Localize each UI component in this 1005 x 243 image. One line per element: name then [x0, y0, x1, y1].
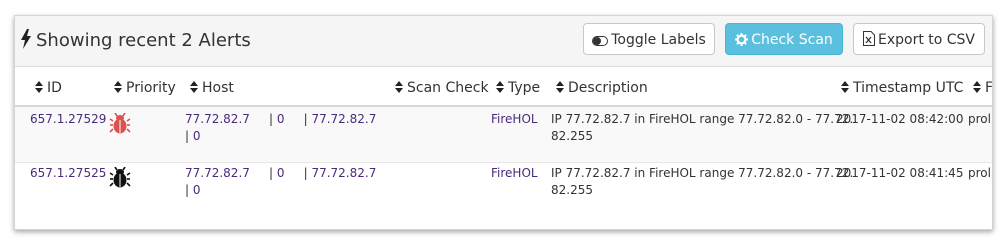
column-priority[interactable]: Priority	[114, 80, 176, 96]
timestamp-cell: 2017-11-02 08:42:00	[836, 112, 964, 126]
sort-icon	[395, 81, 403, 93]
sort-icon	[841, 81, 849, 93]
description-cell: IP 77.72.82.7 in FireHOL range 77.72.82.…	[551, 166, 854, 197]
description-cell: IP 77.72.82.7 in FireHOL range 77.72.82.…	[551, 112, 854, 143]
sort-icon	[973, 81, 981, 93]
bug-icon-red	[109, 112, 131, 134]
export-csv-button[interactable]: Export to CSV	[853, 23, 985, 55]
extra-cell: prol	[968, 166, 991, 180]
type-link[interactable]: FireHOL	[491, 111, 538, 128]
page-title: Showing recent 2 Alerts	[20, 29, 251, 54]
column-scan-check[interactable]: Scan Check	[395, 80, 489, 96]
alerts-panel: Showing recent 2 Alerts Toggle Labels Ch…	[14, 15, 993, 230]
host-cell: 77.72.82.7 | 0 | 77.72.82.7 | 0	[185, 112, 377, 143]
timestamp-cell: 2017-11-02 08:41:45	[836, 166, 964, 180]
table-row: 657.1.27529 77.72.82.7 | 0 | 77.72.82.7	[15, 107, 992, 163]
column-timestamp[interactable]: Timestamp UTC	[841, 80, 963, 96]
gear-icon	[735, 26, 749, 58]
column-id[interactable]: ID	[35, 80, 62, 96]
panel-header: Showing recent 2 Alerts Toggle Labels Ch…	[15, 16, 992, 67]
column-type[interactable]: Type	[496, 80, 540, 96]
toggle-icon	[592, 26, 609, 58]
host-cell: 77.72.82.7 | 0 | 77.72.82.7 | 0	[185, 166, 377, 197]
column-extra[interactable]: F	[973, 80, 992, 96]
bug-icon-black	[109, 166, 131, 188]
bolt-icon	[20, 29, 32, 54]
sort-icon	[556, 81, 564, 93]
sort-icon	[190, 81, 198, 93]
column-description[interactable]: Description	[556, 80, 648, 96]
bug-icon	[109, 112, 131, 139]
column-host[interactable]: Host	[190, 80, 234, 96]
toggle-labels-button[interactable]: Toggle Labels	[583, 23, 715, 55]
sort-icon	[35, 81, 43, 93]
bug-icon	[109, 166, 131, 193]
table-header: ID Priority Host Scan Check Type Descrip…	[15, 67, 992, 107]
table-row: 657.1.27525 77.72.82.7 | 0 | 77.72.82.7	[15, 163, 992, 218]
type-link[interactable]: FireHOL	[491, 165, 538, 182]
sort-icon	[114, 81, 122, 93]
alert-id-link[interactable]: 657.1.27525	[30, 165, 106, 182]
sort-icon	[496, 81, 504, 93]
file-excel-icon	[862, 26, 875, 58]
page-title-text: Showing recent 2 Alerts	[36, 30, 251, 51]
alert-id-link[interactable]: 657.1.27529	[30, 111, 106, 128]
check-scan-button[interactable]: Check Scan	[725, 23, 843, 55]
extra-cell: prol	[968, 112, 991, 126]
